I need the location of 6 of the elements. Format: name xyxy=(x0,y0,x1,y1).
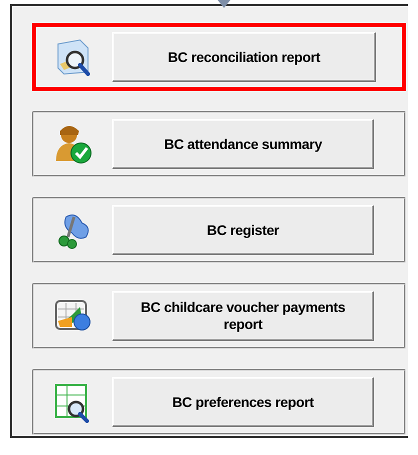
report-button[interactable]: BC childcare voucher payments report xyxy=(112,291,374,341)
report-button[interactable]: BC attendance summary xyxy=(112,119,374,169)
report-button[interactable]: BC preferences report xyxy=(112,377,374,427)
report-button[interactable]: BC register xyxy=(112,205,374,255)
arrow-icon xyxy=(216,0,232,8)
report-button[interactable]: BC reconciliation report xyxy=(112,32,376,82)
